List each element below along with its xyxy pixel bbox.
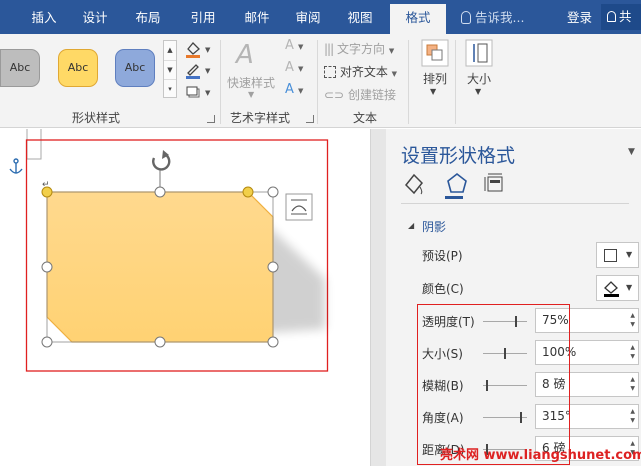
- paragraph-mark: ↵: [42, 180, 50, 190]
- shape-style-gray[interactable]: Abc: [0, 49, 40, 87]
- lightbulb-icon: [461, 11, 471, 24]
- preset-dropdown[interactable]: ▼: [596, 242, 639, 268]
- gallery-up-icon[interactable]: ▲: [164, 41, 176, 60]
- paint-bucket-icon: [604, 281, 619, 297]
- tab-mailings[interactable]: 邮件: [235, 0, 279, 34]
- arrange-button[interactable]: 排列: [419, 70, 451, 87]
- group-divider: [220, 40, 221, 124]
- size-icon[interactable]: [464, 38, 494, 72]
- rotate-handle-icon: [152, 150, 171, 171]
- pane-divider: [401, 203, 629, 204]
- spinner-arrows-icon[interactable]: ▲ ▼: [630, 311, 635, 329]
- watermark: 亮术网 www.liangshunet.com: [440, 448, 641, 463]
- preset-swatch-icon: [604, 249, 617, 262]
- spinner-arrows-icon[interactable]: ▲ ▼: [630, 375, 635, 393]
- group-divider: [408, 40, 409, 124]
- group-divider: [455, 40, 456, 124]
- arrange-icon[interactable]: [420, 38, 450, 72]
- shape-effects-icon[interactable]: ▼: [184, 83, 212, 105]
- document-drawing: ↵: [9, 129, 329, 372]
- size-caret-icon[interactable]: ▼: [475, 87, 481, 96]
- tab-view[interactable]: 视图: [338, 0, 382, 34]
- quick-styles-label: 快速样式: [227, 76, 276, 90]
- svg-text:▼: ▼: [205, 46, 211, 54]
- svg-text:▼: ▼: [205, 67, 211, 75]
- wordart-group-label: 艺术字样式: [230, 111, 291, 125]
- color-label: 颜色(C): [422, 282, 464, 296]
- tab-design[interactable]: 设计: [73, 0, 117, 34]
- person-icon: [607, 11, 616, 22]
- shape-styles-group-label: 形状样式: [72, 111, 121, 125]
- page-margin-mark: [26, 129, 42, 160]
- gallery-more-icon[interactable]: ▾: [164, 79, 176, 98]
- arrange-caret-icon[interactable]: ▼: [430, 87, 436, 96]
- text-fill-icon: A ▼: [285, 38, 304, 53]
- effects-icon: [447, 172, 467, 193]
- dropdown-caret-icon: ▼: [626, 250, 633, 259]
- align-text-button[interactable]: 对齐文本 ▼: [324, 63, 397, 80]
- login-button[interactable]: 登录: [567, 0, 592, 34]
- gallery-down-icon[interactable]: ▼: [164, 60, 176, 79]
- anchor-icon: [9, 158, 23, 174]
- align-text-icon: [324, 66, 336, 78]
- tab-insert[interactable]: 插入: [22, 0, 66, 34]
- dropdown-caret-icon: ▼: [626, 283, 633, 292]
- pane-title: 设置形状格式: [401, 145, 516, 167]
- svg-text:▼: ▼: [205, 89, 211, 97]
- create-link-button: ⊂⊃ 创建链接: [324, 86, 396, 103]
- share-button[interactable]: 共: [601, 4, 641, 30]
- spinner-arrows-icon[interactable]: ▲ ▼: [630, 343, 635, 361]
- document-scrollbar[interactable]: [370, 129, 386, 466]
- snip-rectangle-shape: [46, 191, 274, 343]
- text-direction-label: 文字方向: [336, 42, 385, 56]
- size-button[interactable]: 大小: [463, 70, 495, 87]
- shape-fill-icon[interactable]: ▼: [184, 40, 212, 62]
- document-canvas[interactable]: ↵: [0, 129, 370, 466]
- quick-styles-caret-icon: ▼: [248, 90, 255, 99]
- ribbon: Abc Abc Abc ▲ ▼ ▾ ▼ ▼ ▼ 形状样式 A 快速样式 ▼ A …: [0, 34, 641, 128]
- preset-label: 预设(P): [422, 249, 463, 263]
- pane-category-icons: [404, 172, 503, 195]
- wordart-a-icon: A: [236, 40, 254, 70]
- shape-style-orange[interactable]: Abc: [58, 49, 98, 87]
- shadow-settings-highlight: [417, 304, 570, 465]
- create-link-label: 创建链接: [347, 88, 396, 102]
- group-divider: [317, 40, 318, 124]
- tell-me-text: 告诉我...: [475, 10, 525, 25]
- layout-options-icon: [285, 193, 313, 221]
- shadow-section-header[interactable]: 阴影: [422, 218, 446, 235]
- active-category-indicator: [445, 196, 463, 199]
- shape-style-blue[interactable]: Abc: [115, 49, 155, 87]
- text-group-label: 文本: [353, 111, 378, 125]
- tab-references[interactable]: 引用: [181, 0, 225, 34]
- color-dropdown[interactable]: ▼: [596, 275, 639, 301]
- quick-styles-button: 快速样式: [227, 74, 275, 91]
- tab-format[interactable]: 格式: [390, 4, 446, 34]
- gallery-scroller[interactable]: ▲ ▼ ▾: [163, 40, 177, 98]
- tab-review[interactable]: 审阅: [286, 0, 330, 34]
- spinner-arrows-icon[interactable]: ▲ ▼: [630, 407, 635, 425]
- text-effects-icon[interactable]: A ▼: [285, 82, 303, 97]
- text-direction-button: ||| 文字方向 ▼: [324, 42, 395, 56]
- text-direction-icon: |||: [324, 42, 334, 56]
- text-outline-icon: A ▼: [285, 60, 304, 75]
- fill-line-icon: [404, 173, 424, 195]
- shape-styles-launcher-icon[interactable]: [207, 115, 215, 123]
- pane-options-caret-icon[interactable]: ▼: [628, 147, 635, 157]
- share-label: 共: [619, 9, 632, 24]
- link-icon: ⊂⊃: [324, 88, 345, 102]
- shape-outline-icon[interactable]: ▼: [184, 61, 212, 83]
- tab-layout[interactable]: 布局: [126, 0, 170, 34]
- align-text-label: 对齐文本: [339, 65, 388, 79]
- section-collapse-icon[interactable]: ◢: [408, 221, 414, 230]
- tell-me-box[interactable]: 告诉我...: [461, 0, 524, 34]
- ribbon-tab-bar: 插入 设计 布局 引用 邮件 审阅 视图 格式 告诉我... 登录 共: [0, 0, 641, 34]
- wordart-launcher-icon[interactable]: [306, 115, 314, 123]
- layout-properties-icon: [484, 173, 503, 192]
